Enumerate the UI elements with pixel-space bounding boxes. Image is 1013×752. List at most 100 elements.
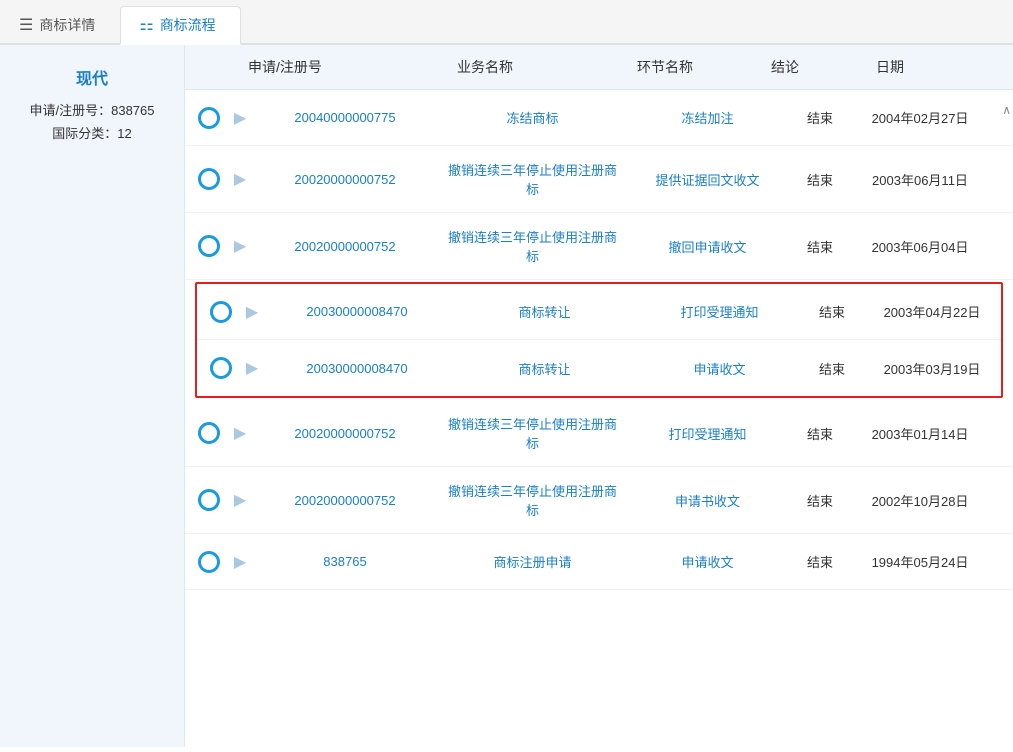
arrow-col: ▶ <box>225 423 255 443</box>
cell-app-no[interactable]: 20020000000752 <box>255 479 435 522</box>
timeline-col <box>197 357 237 379</box>
table-row[interactable]: ▶ 20020000000752 撤销连续三年停止使用注册商标 申请书收文 结束… <box>185 467 1013 534</box>
cell-app-no[interactable]: 20020000000752 <box>255 412 435 455</box>
cell-stage-name: 冻结加注 <box>630 94 785 141</box>
arrow-icon: ▶ <box>234 552 246 572</box>
arrow-col: ▶ <box>225 169 255 189</box>
tab-trademark-flow-label: 商标流程 <box>160 15 216 35</box>
arrow-col: ▶ <box>225 552 255 572</box>
cell-stage-name: 申请书收文 <box>630 477 785 524</box>
cell-date: 2003年01月14日 <box>855 410 985 457</box>
table-row[interactable]: ▶ 20020000000752 撤销连续三年停止使用注册商标 撤回申请收文 结… <box>185 213 1013 280</box>
scroll-indicator-up: ∧ <box>1002 103 1011 117</box>
arrow-icon: ▶ <box>234 236 246 256</box>
table-row[interactable]: ▶ 20020000000752 撤销连续三年停止使用注册商标 提供证据回文收文… <box>185 146 1013 213</box>
timeline-circle <box>198 168 220 190</box>
cell-app-no[interactable]: 20040000000775 <box>255 96 435 139</box>
cell-conclusion: 结束 <box>785 223 855 270</box>
table-row[interactable]: ▶ 20020000000752 撤销连续三年停止使用注册商标 打印受理通知 结… <box>185 400 1013 467</box>
cell-date: 2003年03月19日 <box>867 345 997 392</box>
timeline-col <box>185 107 225 129</box>
data-cols: 838765 商标注册申请 申请收文 结束 1994年05月24日 <box>255 538 1013 585</box>
tab-trademark-flow[interactable]: ⚏ 商标流程 <box>120 6 240 45</box>
table-row[interactable]: ▶ 838765 商标注册申请 申请收文 结束 1994年05月24日 <box>185 534 1013 590</box>
int-class: 国际分类：12 <box>16 122 168 145</box>
arrow-col: ▶ <box>225 236 255 256</box>
cell-conclusion: 结束 <box>785 477 855 524</box>
table-icon: ☰ <box>19 15 33 35</box>
arrow-icon: ▶ <box>246 358 258 378</box>
table-row[interactable]: ▶ 20030000008470 商标转让 申请收文 结束 2003年03月19… <box>197 340 1001 396</box>
arrow-icon: ▶ <box>234 169 246 189</box>
cell-conclusion: 结束 <box>797 345 867 392</box>
cell-biz-name: 商标注册申请 <box>435 538 630 585</box>
data-cols: 20040000000775 冻结商标 冻结加注 结束 2004年02月27日 <box>255 94 1013 141</box>
cell-date: 1994年05月24日 <box>855 538 985 585</box>
cell-date: 2002年10月28日 <box>855 477 985 524</box>
timeline-col <box>185 235 225 257</box>
timeline-circle <box>198 551 220 573</box>
arrow-icon: ▶ <box>234 423 246 443</box>
cell-biz-name: 撤销连续三年停止使用注册商标 <box>435 467 630 533</box>
cell-date: 2003年04月22日 <box>867 288 997 335</box>
arrow-icon: ▶ <box>246 302 258 322</box>
table-area[interactable]: 申请/注册号 业务名称 环节名称 结论 日期 ∧ ▶ 2004000000077… <box>185 45 1013 747</box>
arrow-icon: ▶ <box>234 108 246 128</box>
cell-biz-name: 商标转让 <box>447 345 642 392</box>
cell-stage-name: 打印受理通知 <box>630 410 785 457</box>
main-content: 现代 申请/注册号：838765 国际分类：12 申请/注册号 业务名称 环节名… <box>0 45 1013 747</box>
app-container: ☰ 商标详情 ⚏ 商标流程 现代 申请/注册号：838765 国际分类：12 申… <box>0 0 1013 747</box>
cell-stage-name: 提供证据回文收文 <box>630 156 785 203</box>
table-row[interactable]: ▶ 20040000000775 冻结商标 冻结加注 结束 2004年02月27… <box>185 90 1013 146</box>
cell-app-no[interactable]: 20030000008470 <box>267 290 447 333</box>
arrow-col: ▶ <box>237 358 267 378</box>
data-cols: 20030000008470 商标转让 申请收文 结束 2003年03月19日 <box>267 345 1001 392</box>
data-cols: 20020000000752 撤销连续三年停止使用注册商标 打印受理通知 结束 … <box>255 400 1013 466</box>
timeline-col <box>185 168 225 190</box>
cell-app-no[interactable]: 20020000000752 <box>255 158 435 201</box>
timeline-area: ▶ 20040000000775 冻结商标 冻结加注 结束 2004年02月27… <box>185 90 1013 590</box>
cell-app-no[interactable]: 20020000000752 <box>255 225 435 268</box>
arrow-col: ▶ <box>237 302 267 322</box>
arrow-col: ▶ <box>225 490 255 510</box>
cell-date: 2004年02月27日 <box>855 94 985 141</box>
cell-biz-name: 撤销连续三年停止使用注册商标 <box>435 400 630 466</box>
cell-biz-name: 冻结商标 <box>435 94 630 141</box>
data-cols: 20030000008470 商标转让 打印受理通知 结束 2003年04月22… <box>267 288 1001 335</box>
header-app-no: 申请/注册号 <box>185 57 385 77</box>
tab-trademark-detail[interactable]: ☰ 商标详情 <box>0 6 120 43</box>
cell-stage-name: 撤回申请收文 <box>630 223 785 270</box>
header-stage-name: 环节名称 <box>585 57 745 77</box>
data-cols: 20020000000752 撤销连续三年停止使用注册商标 撤回申请收文 结束 … <box>255 213 1013 279</box>
arrow-icon: ▶ <box>234 490 246 510</box>
cell-stage-name: 打印受理通知 <box>642 288 797 335</box>
cell-app-no[interactable]: 20030000008470 <box>267 347 447 390</box>
table-header: 申请/注册号 业务名称 环节名称 结论 日期 <box>185 45 1013 90</box>
tab-trademark-detail-label: 商标详情 <box>39 15 95 35</box>
header-conclusion: 结论 <box>745 57 825 77</box>
timeline-col <box>197 301 237 323</box>
timeline-circle <box>210 301 232 323</box>
cell-conclusion: 结束 <box>785 538 855 585</box>
data-cols: 20020000000752 撤销连续三年停止使用注册商标 申请书收文 结束 2… <box>255 467 1013 533</box>
cell-conclusion: 结束 <box>797 288 867 335</box>
timeline-col <box>185 489 225 511</box>
cell-date: 2003年06月04日 <box>855 223 985 270</box>
highlighted-group: ▶ 20030000008470 商标转让 打印受理通知 结束 2003年04月… <box>195 282 1003 398</box>
flow-icon: ⚏ <box>139 15 153 35</box>
cell-biz-name: 撤销连续三年停止使用注册商标 <box>435 146 630 212</box>
left-panel: 现代 申请/注册号：838765 国际分类：12 <box>0 45 185 747</box>
cell-biz-name: 撤销连续三年停止使用注册商标 <box>435 213 630 279</box>
timeline-col <box>185 422 225 444</box>
cell-biz-name: 商标转让 <box>447 288 642 335</box>
cell-app-no[interactable]: 838765 <box>255 540 435 583</box>
cell-conclusion: 结束 <box>785 156 855 203</box>
timeline-circle <box>198 235 220 257</box>
table-row[interactable]: ▶ 20030000008470 商标转让 打印受理通知 结束 2003年04月… <box>197 284 1001 340</box>
cell-date: 2003年06月11日 <box>855 156 985 203</box>
timeline-circle <box>198 422 220 444</box>
cell-stage-name: 申请收文 <box>630 538 785 585</box>
header-date: 日期 <box>825 57 955 77</box>
cell-stage-name: 申请收文 <box>642 345 797 392</box>
data-cols: 20020000000752 撤销连续三年停止使用注册商标 提供证据回文收文 结… <box>255 146 1013 212</box>
